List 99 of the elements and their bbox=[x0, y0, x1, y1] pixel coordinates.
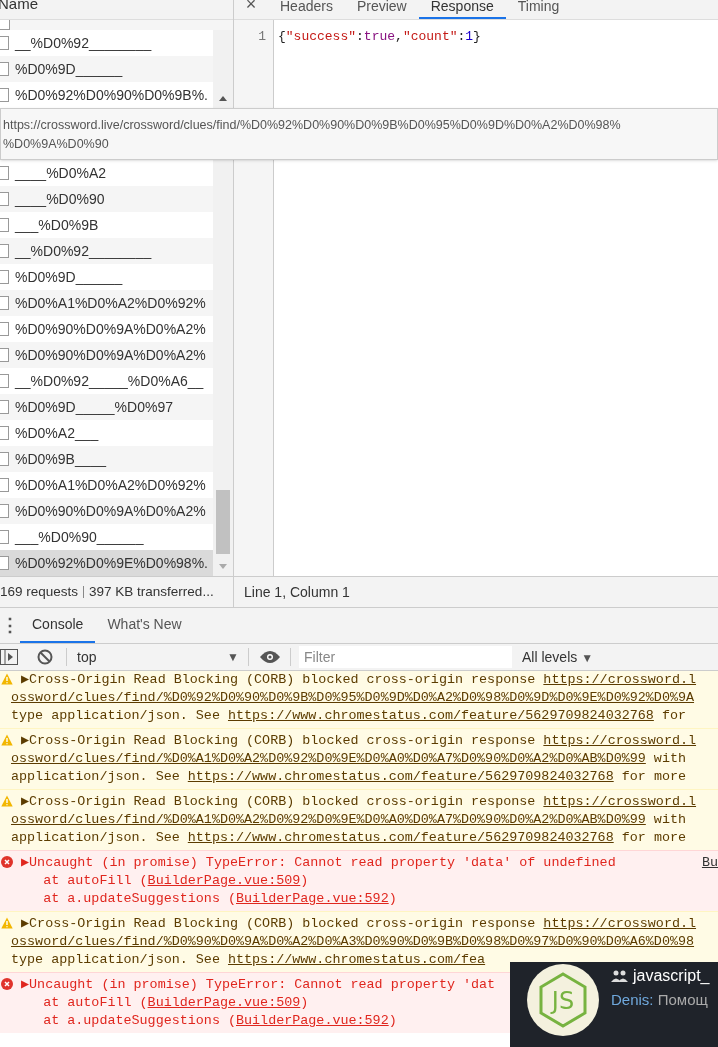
message-text: at a.updateSuggestions ( bbox=[42, 1013, 236, 1028]
message-text: with bbox=[652, 751, 686, 766]
checkbox[interactable] bbox=[0, 244, 9, 258]
message-preview: Помощ bbox=[657, 991, 708, 1008]
request-row[interactable]: %D0%9D_____%D0%97 bbox=[0, 394, 213, 420]
request-row[interactable]: %D0%A1%D0%A2%D0%92% bbox=[0, 290, 213, 316]
message-text: for more bbox=[620, 769, 687, 784]
context-dropdown[interactable]: top ▼ bbox=[77, 646, 245, 668]
request-row[interactable]: ____%D0%90 bbox=[0, 186, 213, 212]
checkbox[interactable] bbox=[0, 348, 9, 362]
checkbox[interactable] bbox=[0, 218, 9, 232]
link[interactable]: https://www.chromestatus.com/feature/5629709824032768 bbox=[187, 830, 614, 845]
checkbox[interactable] bbox=[0, 270, 9, 284]
tab[interactable]: Timing bbox=[505, 0, 572, 19]
message-text: ) bbox=[300, 995, 309, 1010]
message-text: ) bbox=[300, 873, 309, 888]
levels-dropdown[interactable]: All levels ▼ bbox=[522, 646, 594, 668]
line-number: 1 bbox=[257, 28, 267, 46]
link[interactable]: https://crossword.l bbox=[543, 733, 697, 748]
tab[interactable]: Headers bbox=[268, 0, 345, 19]
request-row[interactable]: __%D0%92________ bbox=[0, 238, 213, 264]
checkbox[interactable] bbox=[0, 62, 9, 76]
checkbox[interactable] bbox=[0, 322, 9, 336]
request-count: 169 requests bbox=[0, 582, 79, 601]
block-icon[interactable] bbox=[37, 649, 53, 665]
request-row[interactable]: %D0%9D______ bbox=[0, 56, 213, 82]
message-text: for bbox=[660, 708, 687, 723]
request-row[interactable]: %D0%90%D0%9A%D0%A2% bbox=[0, 342, 213, 368]
warning-icon bbox=[1, 673, 13, 685]
code-line: {"success":true,"count":1} bbox=[278, 28, 482, 46]
message-text: at autoFill ( bbox=[42, 873, 148, 888]
cursor-position: Line 1, Column 1 bbox=[244, 582, 350, 602]
message-text: application/json. See bbox=[11, 769, 181, 784]
link[interactable]: ossword/clues/find/%D0%A1%D0%A2%D0%92%D0%9E%D0%A0%D0%A7%D0%90%D0%A2%D0%AB%D0%99 bbox=[11, 812, 646, 827]
checkbox[interactable] bbox=[0, 400, 9, 414]
sidebar-toggle-icon[interactable] bbox=[0, 649, 18, 665]
checkbox[interactable] bbox=[0, 192, 9, 206]
checkbox[interactable] bbox=[0, 374, 9, 388]
message-text: ) bbox=[388, 1013, 397, 1028]
link[interactable]: BuilderPage.vue:509 bbox=[147, 995, 301, 1010]
checkbox[interactable] bbox=[0, 530, 9, 544]
link[interactable]: BuilderPage.vue:509 bbox=[147, 873, 301, 888]
link[interactable]: https://crossword.l bbox=[543, 794, 697, 809]
checkbox[interactable] bbox=[0, 504, 9, 518]
people-icon bbox=[611, 970, 629, 982]
notification-card[interactable]: JS javascript_ Denis: Помощ bbox=[510, 962, 718, 1047]
link[interactable]: https://crossword.l bbox=[543, 672, 697, 687]
message-text: type application/json. See bbox=[11, 708, 221, 723]
chat-title: javascript_ bbox=[633, 966, 710, 986]
checkbox[interactable] bbox=[0, 426, 9, 440]
checkbox[interactable] bbox=[0, 452, 9, 466]
sender-name: Denis: bbox=[611, 991, 654, 1008]
error-icon bbox=[1, 856, 13, 868]
message-text: with bbox=[652, 812, 686, 827]
message-text: at autoFill ( bbox=[42, 995, 148, 1010]
checkbox[interactable] bbox=[0, 478, 9, 492]
checkbox[interactable] bbox=[0, 556, 9, 570]
message-text: ▶Cross-Origin Read Blocking (CORB) blocked cross-origin response bbox=[21, 916, 537, 931]
link[interactable]: https://www.chromestatus.com/feature/5629709824032768 bbox=[227, 708, 654, 723]
filter-input[interactable]: Filter bbox=[299, 646, 512, 668]
link[interactable]: BuilderPage.vue:592 bbox=[236, 891, 389, 906]
message-text: ▶Cross-Origin Read Blocking (CORB) blocked cross-origin response bbox=[21, 672, 537, 687]
checkbox[interactable] bbox=[0, 88, 9, 102]
message-text: ▶Cross-Origin Read Blocking (CORB) blocked cross-origin response bbox=[21, 733, 537, 748]
message-text: ▶Uncaught (in promise) TypeError: Cannot read property 'dat bbox=[21, 977, 496, 992]
transfer-size: 397 KB transferred... bbox=[89, 582, 214, 601]
message-text: for more bbox=[620, 830, 687, 845]
tooltip: https://crossword.live/crossword/clues/find/%D0%92%D0%90%D0%9B%D0%95%D0%9D%D0%A2%D0%98% %D0%9A%D0%90 bbox=[0, 108, 718, 160]
link[interactable]: ossword/clues/find/%D0%92%D0%90%D0%9B%D0%95%D0%9D%D0%A2%D0%98%D0%9D%D0%9E%D0%92%D0%9A bbox=[11, 690, 695, 705]
link[interactable]: https://www.chromestatus.com/fea bbox=[227, 952, 486, 967]
checkbox[interactable] bbox=[0, 36, 9, 50]
link[interactable]: https://crossword.l bbox=[543, 916, 697, 931]
message-text: type application/json. See bbox=[11, 952, 221, 967]
tab[interactable]: What's New bbox=[95, 608, 194, 643]
eye-icon[interactable] bbox=[260, 651, 280, 663]
request-row[interactable]: %D0%9B____ bbox=[0, 446, 213, 472]
js-logo-icon: JS bbox=[527, 964, 599, 1036]
request-row[interactable]: %D0%92%D0%9E%D0%98%. bbox=[0, 550, 213, 576]
tab[interactable]: Preview bbox=[344, 0, 419, 19]
message-text: ▶Cross-Origin Read Blocking (CORB) blocked cross-origin response bbox=[21, 794, 537, 809]
warning-icon bbox=[1, 795, 13, 807]
checkbox[interactable] bbox=[0, 296, 9, 310]
warning-icon bbox=[1, 734, 13, 746]
link[interactable]: BuilderPage.vue:592 bbox=[236, 1013, 389, 1028]
tab[interactable]: Response bbox=[418, 0, 506, 19]
request-row[interactable]: %D0%90%D0%9A%D0%A2% bbox=[0, 498, 213, 524]
menu-button[interactable]: ⋮ bbox=[0, 608, 20, 643]
message-text: at a.updateSuggestions ( bbox=[42, 891, 236, 906]
checkbox[interactable] bbox=[0, 166, 9, 180]
warning-icon bbox=[1, 917, 13, 929]
link[interactable]: ossword/clues/find/%D0%A1%D0%A2%D0%92%D0%9E%D0%A0%D0%A7%D0%90%D0%A2%D0%AB%D0%99 bbox=[11, 751, 646, 766]
message-text: application/json. See bbox=[11, 830, 181, 845]
link[interactable]: ossword/clues/find/%D0%90%D0%9A%D0%A2%D0%A3%D0%90%D0%9B%D0%98%D0%97%D0%90%D0%A6%D0%98 bbox=[11, 934, 695, 949]
error-icon bbox=[1, 978, 13, 990]
link[interactable]: https://www.chromestatus.com/feature/5629709824032768 bbox=[187, 769, 614, 784]
source-link[interactable]: Bu bbox=[701, 854, 718, 872]
close-button[interactable]: × bbox=[234, 0, 268, 13]
message-text: ) bbox=[388, 891, 397, 906]
message-text: ▶Uncaught (in promise) TypeError: Cannot read property 'data' of undefined bbox=[21, 855, 616, 870]
